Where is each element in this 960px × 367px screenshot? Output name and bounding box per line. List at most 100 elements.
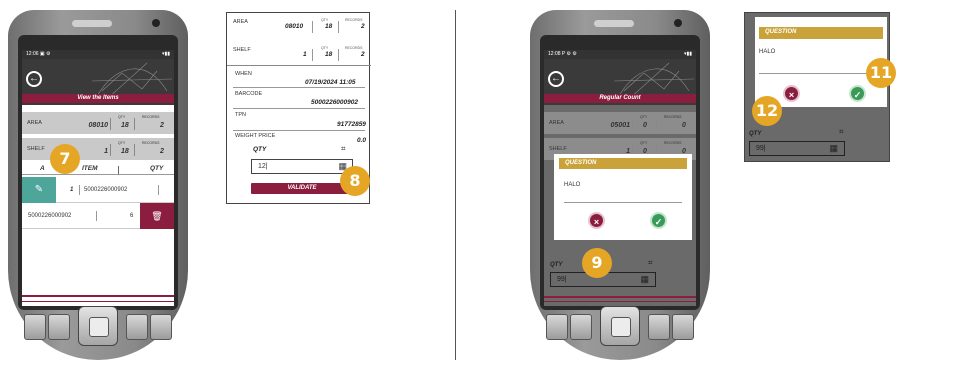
area-row: AREA 08010 QTY 18 RECORDS 2	[22, 112, 174, 134]
device-screen: 12:06 ▣ ⚙ ▾▮▮ ← View the Items AREA 08010…	[22, 50, 174, 306]
qty-header: QTY	[321, 18, 329, 22]
area-value: 08010	[285, 23, 304, 30]
edit-icon[interactable]: ✎	[22, 177, 56, 203]
col-a: A	[40, 165, 45, 172]
barcode-label: BARCODE	[235, 91, 263, 97]
device-screen: 12:08 P ⚙ ⚙ ▾▮▮ ← Regular Count AREA 0500…	[544, 50, 696, 306]
when-value: 07/19/2024 11:05	[305, 79, 356, 86]
qty-label: QTY	[749, 131, 762, 137]
step-badge-11: 11	[866, 58, 896, 88]
area-value: 05001	[610, 122, 630, 129]
dialog-title: QUESTION	[759, 27, 883, 39]
hardware-button[interactable]	[546, 314, 568, 340]
shelf-value: 1	[303, 51, 307, 58]
hardware-button[interactable]	[48, 314, 70, 340]
status-time: 12:06	[26, 51, 39, 57]
camera	[674, 19, 682, 27]
confirm-button[interactable]: ✓	[650, 212, 667, 229]
qty-input-value: 99	[756, 145, 764, 152]
home-button[interactable]	[600, 306, 640, 346]
when-label: WHEN	[235, 71, 252, 77]
page-banner: Regular Count	[544, 94, 696, 103]
scan-icon[interactable]: ⌗	[839, 127, 844, 137]
confirm-button[interactable]: ✓	[849, 85, 866, 102]
scan-icon[interactable]: ⌗	[341, 144, 346, 154]
table-row[interactable]: ✎ 1 5000226000902	[22, 177, 174, 203]
weight-price-label: WEIGHT PRICE	[235, 133, 276, 139]
hardware-button[interactable]	[24, 314, 46, 340]
qty-label: QTY	[550, 262, 563, 268]
tpn-value: 91772859	[337, 121, 366, 128]
area-records-value: 2	[160, 122, 164, 129]
qty-header: QTY	[640, 115, 648, 119]
table-row[interactable]: 5000226000902 6 🗑	[22, 203, 174, 229]
qty-header: QTY	[640, 141, 648, 145]
qty-input[interactable]: 99| ▦	[749, 141, 845, 156]
close-icon: ×	[788, 90, 795, 100]
cancel-button[interactable]: ×	[783, 85, 800, 102]
records-header: RECORDS	[664, 115, 682, 119]
hardware-buttons	[24, 306, 172, 346]
status-bar: 12:08 P ⚙ ⚙ ▾▮▮	[544, 50, 696, 59]
shelf-value: 1	[104, 148, 108, 155]
back-button[interactable]: ←	[26, 71, 42, 87]
validate-button[interactable]: VALIDATE	[251, 183, 353, 194]
records-header: RECORDS	[142, 141, 160, 145]
area-qty-value: 0	[643, 122, 647, 129]
step-badge-7: 7	[50, 144, 80, 174]
cancel-button[interactable]: ×	[588, 212, 605, 229]
qty-input[interactable]: 12| ▦	[251, 159, 353, 174]
step-badge-8: 8	[340, 166, 370, 196]
speaker	[594, 20, 634, 27]
hardware-button[interactable]	[126, 314, 148, 340]
row-qty: 6	[130, 213, 134, 219]
shelf-qty-value: 18	[121, 148, 129, 155]
area-value: 08010	[88, 122, 108, 129]
signal-icon: ▾▮▮	[683, 51, 692, 57]
records-header: RECORDS	[142, 115, 160, 119]
qty-input-value: 12	[258, 163, 266, 170]
status-bar: 12:06 ▣ ⚙ ▾▮▮	[22, 50, 174, 59]
records-header: RECORDS	[664, 141, 682, 145]
hardware-buttons	[546, 306, 694, 346]
check-icon: ✓	[853, 90, 862, 100]
shelf-qty-value: 18	[325, 51, 333, 58]
status-icons: P ⚙ ⚙	[561, 51, 577, 57]
home-button[interactable]	[78, 306, 118, 346]
page-banner: View the Items	[22, 94, 174, 103]
shelf-row: SHELF 1 QTY 18 RECORDS 2	[22, 138, 174, 160]
speaker	[72, 20, 112, 27]
hardware-button[interactable]	[672, 314, 694, 340]
dialog-zoom-panel: QUESTION HALO × ✓ QTY ⌗ 99| ▦	[744, 12, 890, 162]
shelf-label: SHELF	[27, 146, 45, 152]
area-label: AREA	[549, 120, 564, 126]
trash-icon[interactable]: 🗑	[140, 203, 174, 229]
area-qty-value: 18	[121, 122, 129, 129]
hardware-button[interactable]	[648, 314, 670, 340]
weight-price-value: 0.0	[357, 137, 367, 144]
question-dialog: QUESTION HALO × ✓	[554, 154, 692, 240]
signal-icon: ▾▮▮	[161, 51, 170, 57]
dialog-text: HALO	[759, 49, 776, 55]
dialog-text: HALO	[564, 182, 581, 188]
qty-input-value: 99	[557, 276, 565, 283]
divider	[455, 10, 456, 360]
row-item: 5000226000902	[84, 187, 128, 193]
step-badge-9: 9	[582, 248, 612, 278]
dialog-title: QUESTION	[559, 158, 687, 169]
area-row: AREA 05001 QTY 0 RECORDS 0	[544, 112, 696, 134]
step-badge-12: 12	[752, 96, 782, 126]
row-qty: 1	[70, 187, 74, 193]
table-header: A ITEM QTY	[22, 163, 174, 175]
scan-icon[interactable]: ⌗	[648, 258, 653, 268]
area-records-value: 0	[682, 122, 686, 129]
area-label: AREA	[233, 19, 248, 25]
col-item: ITEM	[82, 165, 98, 172]
hardware-button[interactable]	[150, 314, 172, 340]
back-button[interactable]: ←	[548, 71, 564, 87]
hardware-button[interactable]	[570, 314, 592, 340]
calculator-icon[interactable]: ▦	[640, 273, 649, 286]
qty-label: QTY	[253, 146, 267, 153]
records-header: RECORDS	[345, 18, 363, 22]
calculator-icon[interactable]: ▦	[829, 142, 838, 155]
